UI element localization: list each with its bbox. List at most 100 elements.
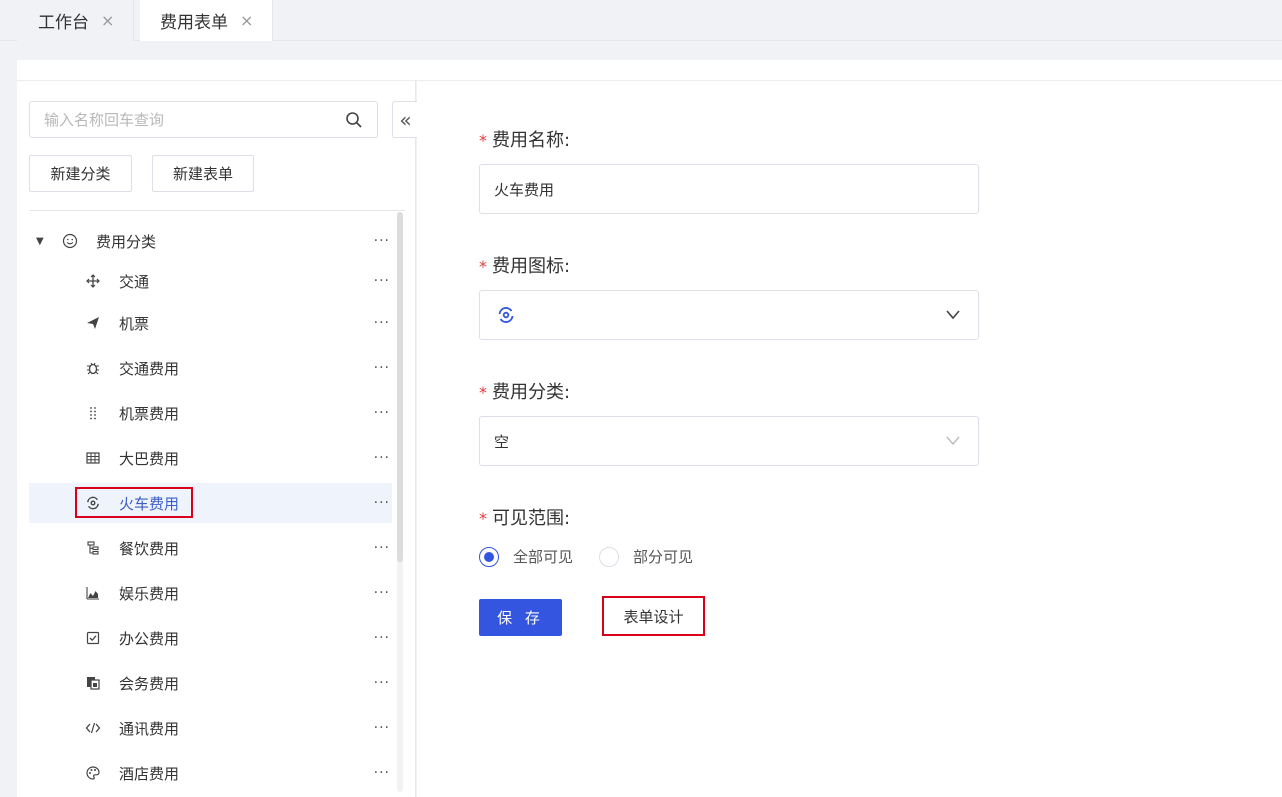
eye-swirl-icon <box>498 307 514 323</box>
tree-item-label: 大巴费用 <box>119 449 180 468</box>
new-form-label: 新建表单 <box>172 165 233 183</box>
more-options-icon[interactable]: ··· <box>374 450 390 466</box>
tree-item[interactable]: 餐饮费用 ··· <box>29 528 392 568</box>
tree-item-label: 会务费用 <box>119 674 180 693</box>
expense-icon-select[interactable] <box>479 290 979 340</box>
tree-item[interactable]: 酒店费用 ··· <box>29 753 392 793</box>
tab-workbench[interactable]: 工作台 × <box>17 0 134 41</box>
table-icon <box>86 452 100 464</box>
more-options-icon[interactable]: ··· <box>374 405 390 421</box>
tree-item-label: 酒店费用 <box>119 764 180 783</box>
expense-name-input[interactable]: 火车费用 <box>479 164 979 214</box>
eye-swirl-icon <box>87 496 99 510</box>
tree-item-label: 交通费用 <box>119 359 180 378</box>
form-panel: * 费用名称: 火车费用 * 费用图标: * 费用分类: 空 * 可见范围: 全部可见 … <box>417 81 1282 797</box>
icon-label-text: 费用图标: <box>492 256 571 277</box>
code-icon <box>85 722 101 734</box>
scope-label-text: 可见范围: <box>492 508 571 529</box>
more-options-icon[interactable]: ··· <box>374 630 390 646</box>
tree-item[interactable]: 机票费用 ··· <box>29 393 392 433</box>
tab-label: 费用表单 <box>160 13 228 33</box>
radio-circle-checked[interactable] <box>479 546 499 567</box>
collapse-sidebar-button[interactable]: « <box>392 101 418 138</box>
search-icon[interactable] <box>345 111 363 129</box>
radio-all-visible[interactable]: 全部可见 <box>479 546 573 567</box>
chevron-down-icon[interactable] <box>944 305 962 323</box>
tree-root-label: 费用分类 <box>96 232 157 251</box>
double-chevron-left-icon: « <box>399 107 412 132</box>
more-options-icon[interactable]: ··· <box>374 360 390 376</box>
tree-item-label: 通讯费用 <box>119 719 180 738</box>
copy-icon <box>87 677 100 690</box>
checkbox-icon <box>86 631 100 645</box>
tree-item-label: 娱乐费用 <box>119 584 180 603</box>
more-options-icon[interactable]: ··· <box>374 273 390 289</box>
form-design-label: 表单设计 <box>623 607 684 626</box>
content-header-strip <box>17 60 1282 81</box>
category-label-text: 费用分类: <box>492 382 571 403</box>
smile-icon <box>62 233 78 249</box>
new-category-button[interactable]: 新建分类 <box>29 155 132 192</box>
tree-item-label: 机票 <box>119 314 150 333</box>
tree-item[interactable]: 办公费用 ··· <box>29 618 392 658</box>
more-options-icon[interactable]: ··· <box>374 765 390 781</box>
tab-label: 工作台 <box>38 13 89 33</box>
tree-item-label: 火车费用 <box>119 494 180 513</box>
new-category-label: 新建分类 <box>50 165 111 183</box>
tree-item[interactable]: 交通费用 ··· <box>29 348 392 388</box>
tree-item[interactable]: 通讯费用 ··· <box>29 708 392 748</box>
more-options-icon[interactable]: ··· <box>374 315 390 331</box>
field-label-icon: * 费用图标: <box>479 252 570 278</box>
palette-icon <box>86 766 100 780</box>
save-button[interactable]: 保 存 <box>479 599 562 636</box>
more-options-icon[interactable]: ··· <box>374 540 390 556</box>
more-options-icon[interactable]: ··· <box>374 585 390 601</box>
more-options-icon[interactable]: ··· <box>374 675 390 691</box>
send-icon <box>87 317 99 329</box>
required-mark: * <box>479 383 487 402</box>
tree-item[interactable]: 大巴费用 ··· <box>29 438 392 478</box>
radio-label: 全部可见 <box>513 548 574 566</box>
tree-item-label: 餐饮费用 <box>119 539 180 558</box>
tree-item[interactable]: 机票 ··· <box>29 303 392 343</box>
more-options-icon[interactable]: ··· <box>374 233 390 249</box>
tree-item[interactable]: 会务费用 ··· <box>29 663 392 703</box>
chevron-down-icon[interactable] <box>944 431 962 449</box>
tree-item[interactable]: 火车费用 ··· <box>29 483 392 523</box>
area-chart-icon <box>86 587 99 600</box>
tree-item[interactable]: 交通 ··· <box>29 261 392 301</box>
tree-item-label: 机票费用 <box>119 404 180 423</box>
move-icon <box>86 274 100 288</box>
scrollbar-thumb[interactable] <box>397 212 403 562</box>
field-label-scope: * 可见范围: <box>479 504 570 530</box>
radio-partial-visible[interactable]: 部分可见 <box>599 546 693 567</box>
tree-item-label: 办公费用 <box>119 629 180 648</box>
expense-name-value: 火车费用 <box>494 180 555 199</box>
search-box[interactable] <box>29 101 378 138</box>
name-label-text: 费用名称: <box>492 130 571 151</box>
field-label-category: * 费用分类: <box>479 378 570 404</box>
new-form-button[interactable]: 新建表单 <box>152 155 254 192</box>
more-options-icon[interactable]: ··· <box>374 720 390 736</box>
tree-structure-icon <box>87 541 99 555</box>
expense-category-select[interactable]: 空 <box>479 416 979 466</box>
close-icon[interactable]: × <box>101 11 114 30</box>
caret-down-icon[interactable]: ▼ <box>36 236 44 247</box>
tab-expense-form[interactable]: 费用表单 × <box>140 0 273 41</box>
tree-root-expense-category[interactable]: ▼ 费用分类 ··· <box>29 221 392 261</box>
required-mark: * <box>479 257 487 276</box>
radio-circle[interactable] <box>599 546 619 567</box>
radio-label: 部分可见 <box>633 548 694 566</box>
expense-category-value: 空 <box>494 432 510 451</box>
bug-icon <box>87 362 99 375</box>
close-icon[interactable]: × <box>240 11 253 30</box>
tree-item-label: 交通 <box>119 272 150 291</box>
more-options-icon[interactable]: ··· <box>374 495 390 511</box>
required-mark: * <box>479 509 487 528</box>
tab-bar: 工作台 × 费用表单 × <box>0 0 1282 41</box>
tree-item[interactable]: 娱乐费用 ··· <box>29 573 392 613</box>
required-mark: * <box>479 131 487 150</box>
form-design-button[interactable]: 表单设计 <box>602 596 705 636</box>
search-input[interactable] <box>44 110 334 129</box>
save-label: 保 存 <box>497 609 544 627</box>
